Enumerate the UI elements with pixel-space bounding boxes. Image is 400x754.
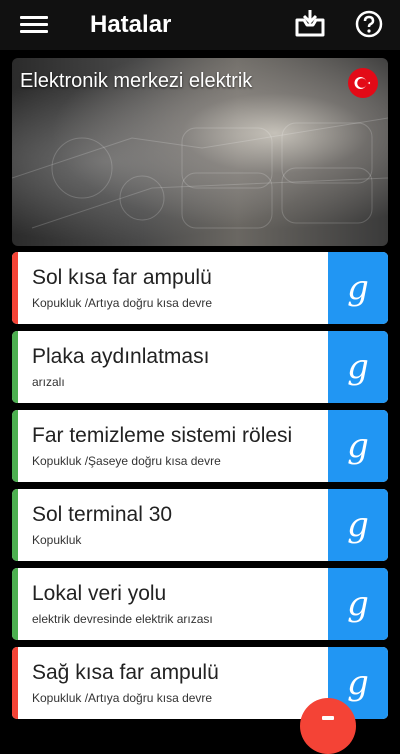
google-search-button[interactable]: g — [328, 410, 388, 482]
google-search-button[interactable]: g — [328, 252, 388, 324]
fault-name: Sağ kısa far ampulü — [32, 661, 219, 684]
google-search-button[interactable]: g — [328, 568, 388, 640]
module-title: Elektronik merkezi elektrik — [20, 70, 253, 92]
fault-name: Sol kısa far ampulü — [32, 266, 212, 289]
fault-description: Kopukluk /Şaseye doğru kısa devre — [32, 454, 221, 468]
fault-body: Lokal veri yolu elektrik devresinde elek… — [18, 568, 328, 640]
fault-body: Sol terminal 30 Kopukluk — [18, 489, 328, 561]
delete-fab-button[interactable] — [300, 698, 356, 754]
fault-description: Kopukluk /Artıya doğru kısa devre — [32, 691, 213, 705]
fault-name: Sol terminal 30 — [32, 503, 173, 526]
fault-name: Far temizleme sistemi rölesi — [32, 424, 293, 447]
fault-body: Sol kısa far ampulü Kopukluk /Artıya doğ… — [18, 252, 328, 324]
fault-card[interactable]: Plaka aydınlatması arızalı g — [12, 331, 388, 403]
fault-card[interactable]: Far temizleme sistemi rölesi Kopukluk /Ş… — [12, 410, 388, 482]
fault-card[interactable]: Lokal veri yolu elektrik devresinde elek… — [12, 568, 388, 640]
fault-name: Lokal veri yolu — [32, 582, 167, 605]
fault-name: Plaka aydınlatması — [32, 345, 210, 368]
fault-description: Kopukluk /Artıya doğru kısa devre — [32, 296, 213, 310]
fault-card[interactable]: Sol kısa far ampulü Kopukluk /Artıya doğ… — [12, 252, 388, 324]
inbox-download-icon[interactable] — [294, 8, 326, 38]
fault-body: Far temizleme sistemi rölesi Kopukluk /Ş… — [18, 410, 328, 482]
page-title: Hatalar — [90, 11, 172, 38]
google-search-button[interactable]: g — [328, 489, 388, 561]
help-circle-icon[interactable] — [355, 10, 383, 38]
fault-description: elektrik devresinde elektrik arızası — [32, 612, 213, 626]
fault-body: Plaka aydınlatması arızalı — [18, 331, 328, 403]
fault-description: arızalı — [32, 375, 65, 389]
module-header-image: Elektronik merkezi elektrik — [12, 58, 388, 246]
fault-body: Sağ kısa far ampulü Kopukluk /Artıya doğ… — [18, 647, 328, 719]
menu-icon[interactable] — [20, 13, 48, 37]
fault-card[interactable]: Sol terminal 30 Kopukluk g — [12, 489, 388, 561]
google-search-button[interactable]: g — [328, 331, 388, 403]
fault-description: Kopukluk — [32, 533, 82, 547]
app-bar: Hatalar — [0, 0, 400, 50]
delete-icon — [322, 716, 334, 720]
turkey-flag-icon[interactable] — [348, 68, 378, 98]
